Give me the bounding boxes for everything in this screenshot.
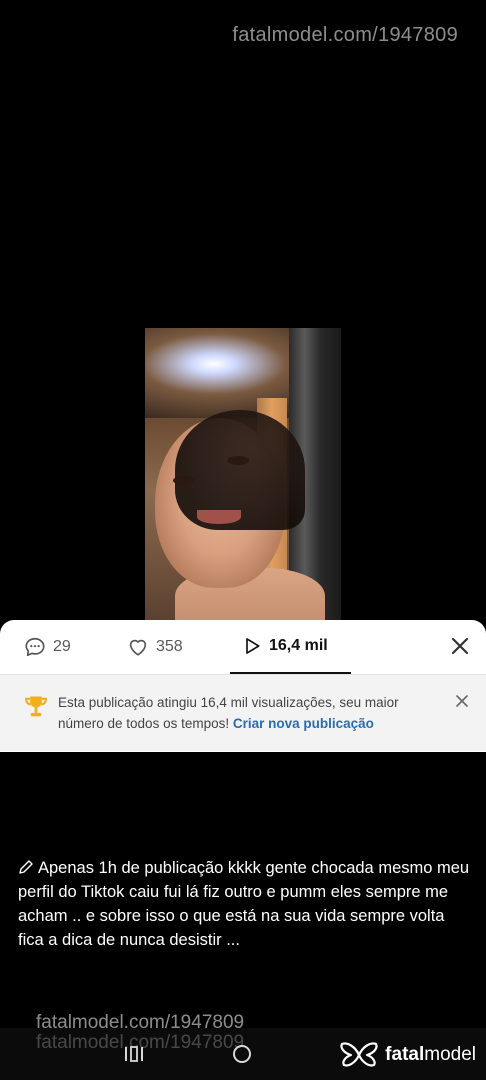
close-icon[interactable] bbox=[448, 634, 472, 658]
brand-name: fatalmodel bbox=[385, 1044, 476, 1065]
likes-count: 358 bbox=[156, 638, 183, 655]
dismiss-notice-icon[interactable] bbox=[454, 693, 470, 709]
notice-text: Esta publicação atingiu 16,4 mil visuali… bbox=[58, 692, 438, 734]
likes-tab[interactable]: 358 bbox=[127, 636, 183, 658]
comment-icon bbox=[25, 637, 45, 657]
post-stats-sheet: 29 358 16,4 mil Esta publicação atingiu bbox=[0, 620, 486, 752]
comments-count: 29 bbox=[53, 638, 71, 655]
milestone-notice: Esta publicação atingiu 16,4 mil visuali… bbox=[0, 674, 486, 751]
views-tab[interactable]: 16,4 mil bbox=[242, 636, 328, 656]
butterfly-logo-icon bbox=[340, 1042, 378, 1067]
heart-icon bbox=[129, 639, 147, 656]
trophy-icon bbox=[25, 696, 47, 717]
stats-tabs: 29 358 16,4 mil bbox=[0, 620, 486, 674]
play-icon bbox=[246, 638, 260, 654]
brand-logo: fatalmodel bbox=[339, 1040, 476, 1070]
post-caption: Apenas 1h de publicação kkkk gente choca… bbox=[18, 856, 474, 952]
pencil-icon bbox=[19, 860, 33, 874]
comments-tab[interactable]: 29 bbox=[24, 636, 71, 658]
recents-icon[interactable] bbox=[124, 1046, 144, 1062]
watermark-top: fatalmodel.com/1947809 bbox=[232, 24, 458, 46]
watermark-bottom: fatalmodel.com/1947809 bbox=[36, 1012, 245, 1033]
views-count: 16,4 mil bbox=[269, 637, 328, 654]
post-photo[interactable] bbox=[145, 328, 341, 624]
caption-text: Apenas 1h de publicação kkkk gente choca… bbox=[18, 859, 470, 949]
create-post-link[interactable]: Criar nova publicação bbox=[233, 716, 374, 731]
home-icon[interactable] bbox=[233, 1045, 251, 1063]
